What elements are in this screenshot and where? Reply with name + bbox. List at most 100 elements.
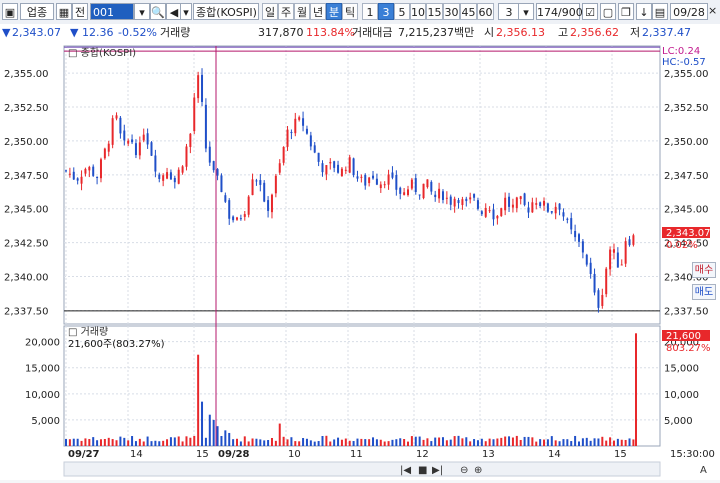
arrow-down-icon[interactable]: ↓ — [636, 3, 652, 20]
period-minute[interactable]: 분 — [326, 3, 342, 20]
amount-value: 7,215,237백만 — [398, 26, 475, 39]
copy-icon[interactable]: ❐ — [618, 3, 634, 20]
candle-body — [107, 143, 110, 152]
candle-body — [216, 169, 219, 176]
low-label: 저 — [630, 26, 641, 39]
volume-panel-subtitle: 21,600주(803.27%) — [68, 339, 165, 350]
interval-3[interactable]: 3 — [378, 3, 394, 20]
chart-scrollbar[interactable] — [63, 461, 661, 477]
interval-1[interactable]: 1 — [362, 3, 378, 20]
volume-bar — [72, 438, 75, 446]
small-dropdown-icon[interactable]: ▾ — [180, 3, 192, 20]
current-price-tag-text: 2,343.07 — [666, 228, 711, 239]
candle-body — [88, 166, 91, 171]
volume-bar — [96, 440, 99, 446]
volume-bar-latest — [635, 333, 637, 446]
candle-body — [616, 252, 619, 268]
candle-body — [461, 199, 464, 206]
volume-bar — [589, 440, 592, 446]
close-icon[interactable]: × — [708, 2, 720, 19]
zoom-in-icon[interactable]: ⊕ — [474, 465, 482, 476]
volume-bar — [484, 441, 487, 446]
change-value: 12.36 — [82, 26, 114, 39]
candle-body — [562, 212, 565, 217]
interval-15[interactable]: 15 — [426, 3, 443, 20]
code-dropdown-icon[interactable]: ▾ — [134, 3, 150, 20]
candle-body — [162, 175, 165, 181]
interval-45[interactable]: 45 — [460, 3, 477, 20]
menu-icon[interactable]: ▣ — [2, 3, 18, 20]
candle-body — [99, 159, 102, 179]
volume-bar — [197, 354, 200, 446]
volume-bar — [418, 436, 421, 446]
candle-body — [395, 174, 398, 190]
candle-body — [329, 161, 332, 164]
candle-body — [445, 197, 448, 199]
candle-body — [278, 163, 281, 173]
hc-readout: HC:-0.57 — [662, 57, 706, 68]
candle-body — [247, 196, 250, 215]
period-month[interactable]: 월 — [294, 3, 310, 20]
search-icon[interactable]: 🔍 — [150, 3, 166, 20]
candle-body — [115, 115, 118, 119]
amount-label: 거래대금 — [352, 26, 393, 39]
interval-select[interactable]: 3 — [498, 3, 520, 20]
market-mode[interactable]: 전 — [72, 3, 88, 20]
volume-bar — [76, 438, 79, 446]
candle-body — [527, 207, 530, 213]
price-tick-right: 2,355.00 — [664, 69, 709, 80]
quote-info-bar: ▼ 2,343.07 ▼ 12.36 -0.52% 거래량 317,870 11… — [0, 24, 720, 43]
checkbox-icon[interactable]: ☑ — [582, 3, 598, 20]
interval-5[interactable]: 5 — [394, 3, 410, 20]
font-size-icon[interactable]: A — [700, 465, 707, 476]
grid-icon[interactable]: ▦ — [56, 3, 72, 20]
volume-bar — [581, 438, 584, 446]
zoom-out-icon[interactable]: ⊖ — [460, 465, 468, 476]
volume-bar — [134, 441, 137, 446]
scroll-right-icon[interactable]: ▶| — [432, 465, 443, 476]
chart-area[interactable]: 2,337.50 2,337.50 2,340.00 2,340.00 2,342.50… — [0, 42, 720, 480]
volume-bar — [259, 439, 262, 446]
stock-chart[interactable]: 2,337.50 2,337.502,340.00 2,340.002,342.50… — [0, 42, 720, 480]
volume-bar — [574, 435, 577, 446]
interval-10[interactable]: 10 — [410, 3, 426, 20]
calendar-icon[interactable]: ▤ — [652, 3, 668, 20]
market-select[interactable]: 업종 — [20, 3, 54, 20]
period-tick[interactable]: 틱 — [342, 3, 358, 20]
candle-body — [407, 189, 409, 196]
period-week[interactable]: 주 — [278, 3, 294, 20]
volume-bar — [539, 439, 542, 446]
period-day[interactable]: 일 — [262, 3, 278, 20]
candle-body — [236, 217, 238, 220]
scroll-stop-icon[interactable]: ■ — [418, 465, 427, 476]
price-tick-left: 2,340.00 — [4, 273, 49, 284]
candle-body — [379, 184, 382, 189]
candle-body — [480, 211, 483, 215]
interval-dropdown-icon[interactable]: ▾ — [518, 3, 534, 20]
window-icon[interactable]: ▢ — [600, 3, 616, 20]
volume-bar — [605, 440, 608, 446]
count-field[interactable]: 174/900 — [536, 3, 583, 20]
scroll-left-icon[interactable]: |◀ — [400, 465, 411, 476]
volume-bar — [220, 436, 223, 446]
volume-bar — [523, 436, 526, 446]
candle-body — [290, 132, 293, 134]
candle-body — [426, 179, 429, 188]
volume-bar — [508, 436, 511, 446]
volume-tick-left: 15,000 — [25, 364, 60, 375]
date-field[interactable]: 09/28 — [670, 3, 708, 20]
candle-body — [585, 254, 588, 265]
period-year[interactable]: 년 — [310, 3, 326, 20]
buy-button[interactable]: 매수 — [692, 262, 716, 278]
candle-body — [177, 169, 180, 184]
volume-bar — [597, 438, 600, 446]
candle-body — [632, 235, 635, 245]
volume-bar — [492, 439, 495, 446]
candle-body — [620, 264, 623, 266]
sell-button[interactable]: 매도 — [692, 284, 716, 300]
interval-60[interactable]: 60 — [477, 3, 494, 20]
volume-bar — [356, 438, 359, 446]
code-input[interactable]: 001 — [90, 3, 134, 20]
interval-30[interactable]: 30 — [443, 3, 460, 20]
volume-bar — [434, 437, 437, 446]
